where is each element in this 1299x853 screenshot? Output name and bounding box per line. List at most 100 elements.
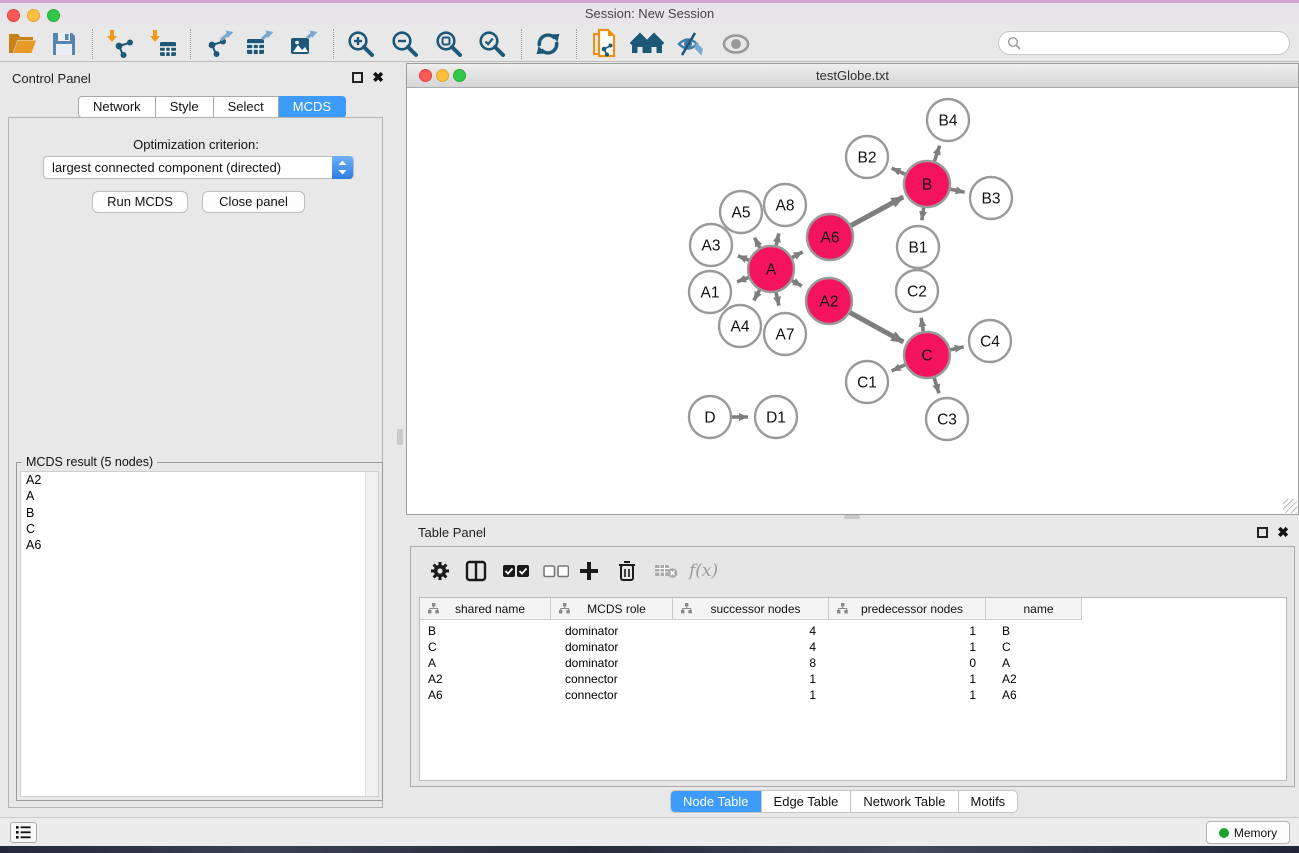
float-panel-icon[interactable]	[352, 72, 363, 83]
optimization-criterion-value: largest connected component (directed)	[52, 160, 281, 175]
zoom-in-icon[interactable]	[344, 29, 378, 59]
mcds-result-item[interactable]: A6	[21, 537, 378, 553]
import-network-icon[interactable]	[103, 29, 137, 59]
graph-node-label-D: D	[704, 410, 715, 427]
run-mcds-button[interactable]: Run MCDS	[92, 191, 188, 213]
open-session-icon[interactable]	[5, 29, 39, 59]
tab-edge-table[interactable]: Edge Table	[761, 791, 851, 812]
splitter-handle[interactable]	[397, 429, 403, 445]
add-column-icon[interactable]	[579, 557, 599, 585]
table-row[interactable]: Bdominator41B	[420, 624, 1286, 640]
mcds-result-list[interactable]: A2 A B C A6	[20, 471, 379, 797]
graph-node-label-C4: C4	[980, 334, 1000, 351]
tab-select[interactable]: Select	[214, 96, 279, 118]
graph-node-label-B1: B1	[909, 240, 928, 257]
control-panel: Control Panel ✖ Network Style Select MCD…	[0, 63, 392, 817]
new-network-from-selection-icon[interactable]	[587, 29, 621, 59]
node-table-container: f(x) shared name MCDS role successor nod…	[410, 546, 1295, 787]
import-table-icon[interactable]	[146, 29, 180, 59]
select-stepper-icon	[332, 156, 353, 179]
window-title: Session: New Session	[0, 6, 1299, 21]
window-resize-grip[interactable]	[1283, 499, 1297, 513]
tab-style[interactable]: Style	[156, 96, 214, 118]
table-toolbar: f(x)	[411, 547, 1294, 595]
network-window-title: testGlobe.txt	[407, 68, 1298, 83]
zoom-selected-icon[interactable]	[475, 29, 509, 59]
close-panel-button[interactable]: Close panel	[202, 191, 305, 213]
zoom-fit-icon[interactable]	[432, 29, 466, 59]
graph-node-label-B: B	[922, 177, 932, 194]
column-header-mcds-role[interactable]: MCDS role	[551, 598, 673, 620]
toolbar-separator	[521, 29, 522, 59]
export-network-icon[interactable]	[202, 29, 236, 59]
mcds-result-item[interactable]: A2	[21, 472, 378, 488]
task-history-button[interactable]	[10, 822, 37, 843]
tab-network-table[interactable]: Network Table	[850, 791, 957, 812]
column-header-predecessor-nodes[interactable]: predecessor nodes	[829, 598, 986, 620]
table-panel-title: Table Panel	[418, 525, 486, 540]
tab-mcds[interactable]: MCDS	[279, 96, 346, 118]
application-window: Session: New Session	[0, 0, 1299, 853]
graph-node-label-C1: C1	[857, 375, 877, 392]
table-row[interactable]: Cdominator41C	[420, 640, 1286, 656]
scrollbar-track[interactable]	[365, 472, 378, 796]
hide-graphics-details-icon[interactable]	[674, 29, 708, 59]
table-row[interactable]: A6connector11A6	[420, 688, 1286, 704]
table-panel: Table Panel ✖	[406, 519, 1299, 817]
mcds-result-title: MCDS result (5 nodes)	[22, 455, 157, 469]
close-panel-icon[interactable]: ✖	[1277, 527, 1289, 538]
save-session-icon[interactable]	[47, 29, 81, 59]
birds-eye-view-icon[interactable]	[719, 29, 753, 59]
memory-button[interactable]: Memory	[1206, 821, 1290, 844]
node-table: shared name MCDS role successor nodes pr…	[419, 597, 1287, 781]
tab-motifs[interactable]: Motifs	[958, 791, 1018, 812]
table-row[interactable]: A2connector11A2	[420, 672, 1286, 688]
table-options-icon[interactable]	[429, 557, 451, 585]
control-panel-title: Control Panel	[12, 71, 91, 86]
delete-table-icon[interactable]	[654, 557, 678, 585]
tab-network[interactable]: Network	[78, 96, 156, 118]
export-image-icon[interactable]	[286, 29, 320, 59]
first-neighbors-icon[interactable]	[630, 29, 664, 59]
network-view-window: testGlobe.txt B4B2BB3A5A8A6B1A3AA1C2A2A4…	[406, 63, 1299, 515]
float-panel-icon[interactable]	[1257, 527, 1268, 538]
desktop-background	[0, 846, 1299, 853]
table-tabs: Node Table Edge Table Network Table Moti…	[670, 790, 1018, 813]
graph-node-label-D1: D1	[766, 410, 786, 427]
network-graph-canvas[interactable]: B4B2BB3A5A8A6B1A3AA1C2A2A4A7C4CC1C3DD1	[407, 88, 1298, 514]
graph-node-label-A6: A6	[821, 230, 840, 247]
toolbar-separator	[333, 29, 334, 59]
memory-status-icon	[1219, 828, 1229, 838]
graph-node-label-A: A	[766, 262, 777, 279]
table-row[interactable]: Adominator80A	[420, 656, 1286, 672]
mcds-result-group: MCDS result (5 nodes) A2 A B C A6	[16, 462, 383, 801]
toolbar-separator	[576, 29, 577, 59]
mcds-result-item[interactable]: B	[21, 505, 378, 521]
toolbar-separator	[92, 29, 93, 59]
graph-node-label-A1: A1	[701, 285, 720, 302]
zoom-out-icon[interactable]	[388, 29, 422, 59]
function-builder-icon[interactable]: f(x)	[689, 557, 718, 585]
delete-column-icon[interactable]	[617, 557, 637, 585]
search-input[interactable]	[998, 31, 1290, 55]
graph-node-label-A8: A8	[776, 198, 795, 215]
table-header: shared name MCDS role successor nodes pr…	[420, 598, 1082, 620]
mcds-result-item[interactable]: C	[21, 521, 378, 537]
select-all-icon[interactable]	[503, 557, 529, 585]
close-panel-icon[interactable]: ✖	[372, 72, 384, 83]
mcds-result-item[interactable]: A	[21, 488, 378, 504]
column-header-successor-nodes[interactable]: successor nodes	[673, 598, 829, 620]
optimization-criterion-select[interactable]: largest connected component (directed)	[43, 156, 354, 179]
network-window-titlebar[interactable]: testGlobe.txt	[407, 64, 1298, 88]
column-header-shared-name[interactable]: shared name	[420, 598, 551, 620]
toolbar-separator	[190, 29, 191, 59]
column-header-name[interactable]: name	[986, 598, 1082, 620]
export-table-icon[interactable]	[242, 29, 276, 59]
refresh-icon[interactable]	[531, 29, 565, 59]
graph-node-label-A4: A4	[731, 319, 750, 336]
deselect-all-icon[interactable]	[543, 557, 569, 585]
graph-node-label-C: C	[921, 348, 932, 365]
graph-node-label-B2: B2	[858, 150, 877, 167]
show-column-icon[interactable]	[465, 557, 487, 585]
tab-node-table[interactable]: Node Table	[671, 791, 761, 812]
